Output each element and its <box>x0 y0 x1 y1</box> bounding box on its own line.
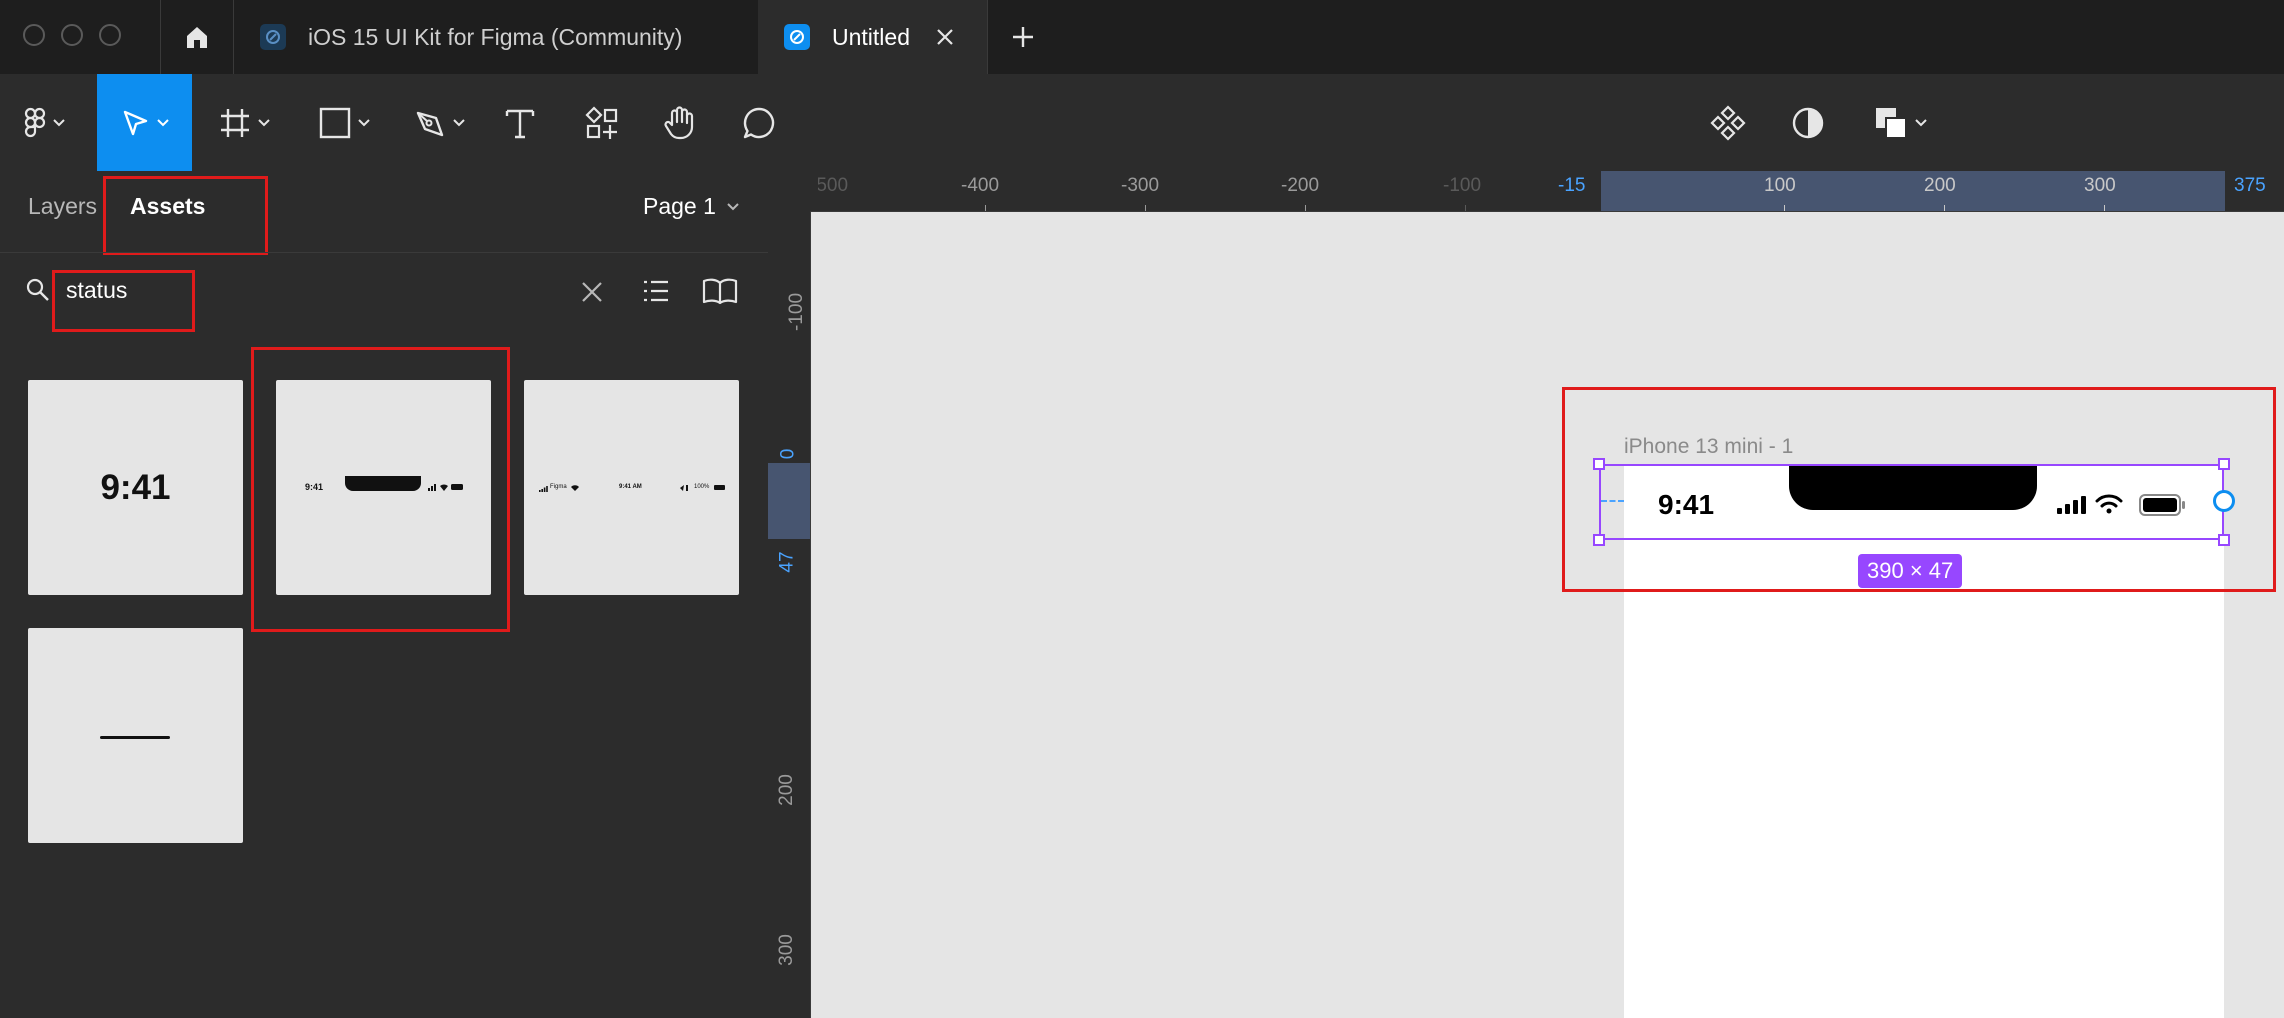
divider <box>987 0 988 74</box>
list-view-icon[interactable] <box>642 277 670 305</box>
ruler-label: 100 <box>1764 175 1796 196</box>
components-button[interactable] <box>1704 74 1752 171</box>
asset-home-indicator[interactable] <box>28 628 243 843</box>
ruler-label: 47 <box>776 551 798 573</box>
ruler-label: 200 <box>775 774 797 806</box>
ruler-label: -200 <box>1281 175 1320 196</box>
hand-tool-icon <box>664 105 694 139</box>
home-indicator-bar <box>100 736 170 739</box>
selection-range <box>768 463 810 539</box>
ruler-label: -300 <box>1121 175 1160 196</box>
ruler-label: -100 <box>1443 175 1482 196</box>
ruler-label: -100 <box>786 292 808 332</box>
close-tab-icon[interactable] <box>936 28 954 46</box>
move-tool-button[interactable] <box>97 74 192 171</box>
tab-ios-kit[interactable]: iOS 15 UI Kit for Figma (Community) <box>234 0 757 74</box>
horizontal-ruler: -500 -400 -300 -200 -100 -15 100 200 300… <box>768 171 2284 212</box>
comment-tool-button[interactable] <box>736 74 782 171</box>
components-icon <box>1710 104 1746 141</box>
text-tool-icon <box>505 109 535 138</box>
page-selector-label: Page 1 <box>643 193 716 219</box>
ruler-label: 300 <box>775 934 797 966</box>
highlight-box <box>52 270 195 332</box>
figma-file-icon <box>784 24 810 50</box>
highlight-box <box>103 176 268 255</box>
hand-tool-button[interactable] <box>656 74 704 171</box>
selection-range <box>1601 171 2225 211</box>
chevron-down-icon <box>1915 118 1927 126</box>
boolean-ops-icon <box>1876 107 1907 139</box>
ruler-label: 200 <box>1924 175 1956 196</box>
boolean-ops-button[interactable] <box>1866 74 1936 171</box>
tab-label: Untitled <box>832 23 910 50</box>
chevron-down-icon <box>358 118 370 126</box>
highlight-box <box>1562 387 2276 592</box>
ruler-label: -15 <box>1558 175 1586 196</box>
battery-percent-text: 100% <box>694 484 710 490</box>
plus-icon <box>1013 27 1033 47</box>
pen-tool-button[interactable] <box>406 74 474 171</box>
chevron-down-icon <box>727 202 739 210</box>
comment-tool-icon <box>743 107 775 138</box>
toolbar <box>0 74 2284 172</box>
maximize-window-button[interactable] <box>99 24 121 46</box>
rectangle-tool-icon <box>319 107 351 138</box>
asset-status-bar-ipad[interactable]: Figma 9:41 AM 100% <box>524 380 739 595</box>
search-icon <box>26 278 49 301</box>
divider <box>0 252 768 253</box>
text-tool-button[interactable] <box>498 74 542 171</box>
minimize-window-button[interactable] <box>61 24 83 46</box>
chevron-down-icon <box>258 118 270 126</box>
frame-tool-button[interactable] <box>210 74 280 171</box>
home-button[interactable] <box>161 0 233 74</box>
battery-icon <box>714 485 725 490</box>
team-library-icon[interactable] <box>702 277 738 305</box>
figma-file-icon <box>260 24 286 50</box>
home-icon <box>187 27 207 48</box>
assets-panel: Layers Assets Page 1 status 9:41 9:41 Fi… <box>0 171 769 1018</box>
ruler-label: 0 <box>777 448 799 460</box>
figma-menu-icon <box>24 107 46 137</box>
signal-icon <box>539 486 548 492</box>
canvas[interactable]: iPhone 13 mini - 1 9:41 390 × 47 <box>811 212 2284 1018</box>
close-window-button[interactable] <box>23 24 45 46</box>
resources-button[interactable] <box>580 74 624 171</box>
resources-icon <box>585 105 618 139</box>
frame-tool-icon <box>221 108 249 137</box>
wifi-icon <box>571 485 579 491</box>
carrier-text: Figma <box>550 484 567 490</box>
location-bluetooth-icon <box>680 485 688 491</box>
asset-time[interactable]: 9:41 <box>28 380 243 595</box>
vertical-ruler: -100 0 47 200 300 <box>768 211 811 1018</box>
new-tab-button[interactable] <box>1000 0 1046 74</box>
title-bar: iOS 15 UI Kit for Figma (Community) Unti… <box>0 0 2284 75</box>
chevron-down-icon <box>53 118 65 126</box>
chevron-down-icon <box>156 118 169 126</box>
page-selector[interactable]: Page 1 <box>643 193 740 220</box>
ruler-label: 300 <box>2084 175 2116 196</box>
ruler-label: -500 <box>810 175 849 196</box>
tab-label: iOS 15 UI Kit for Figma (Community) <box>308 23 683 50</box>
shape-tool-button[interactable] <box>310 74 380 171</box>
clear-search-icon[interactable] <box>580 280 604 304</box>
tab-layers[interactable]: Layers <box>28 193 97 220</box>
pen-tool-icon <box>416 111 444 136</box>
asset-time-text: 9:41 <box>100 468 171 507</box>
ruler-label: 375 <box>2234 175 2266 196</box>
tab-untitled[interactable]: Untitled <box>758 0 987 74</box>
clock-text: 9:41 AM <box>619 484 642 490</box>
highlight-box <box>251 347 510 632</box>
contrast-icon <box>1792 107 1824 138</box>
contrast-button[interactable] <box>1784 74 1832 171</box>
move-tool-icon <box>123 110 147 135</box>
ruler-label: -400 <box>961 175 1000 196</box>
chevron-down-icon <box>453 118 465 126</box>
main-menu-button[interactable] <box>14 74 76 171</box>
